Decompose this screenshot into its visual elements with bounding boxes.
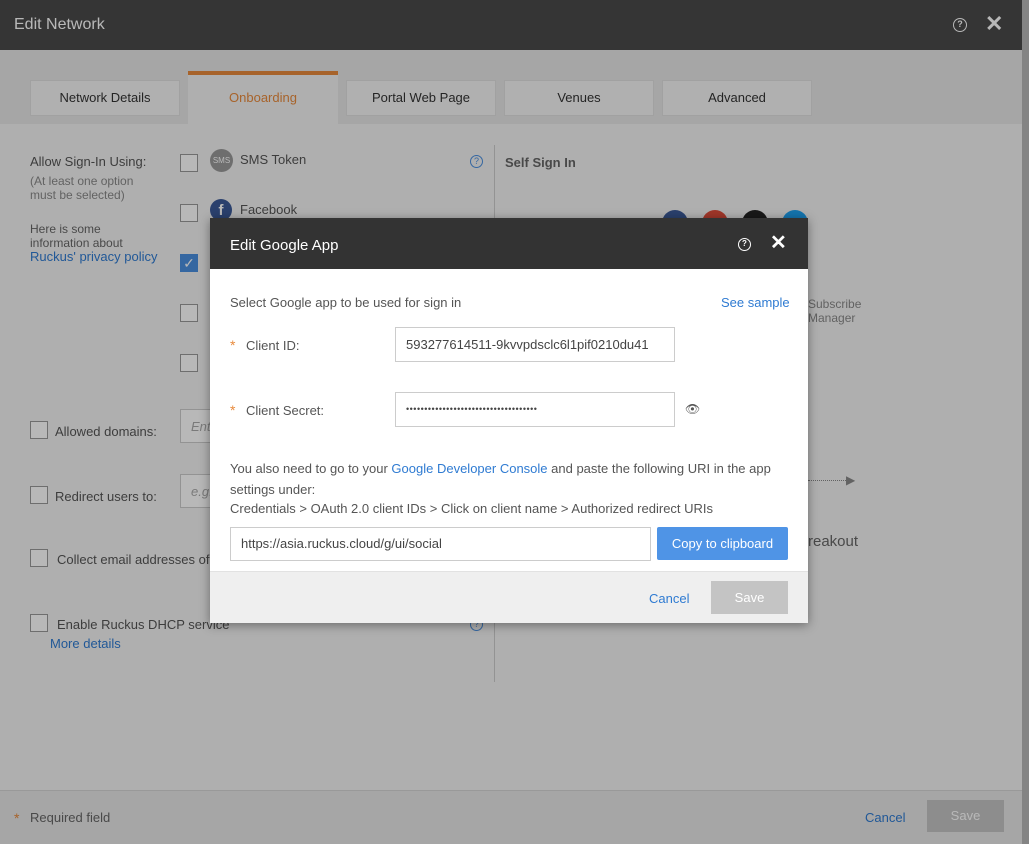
developer-console-instructions: You also need to go to your Google Devel… [230,458,790,500]
dialog-help-icon[interactable]: ? [738,238,751,251]
select-app-text: Select Google app to be used for sign in [230,295,462,310]
client-id-required-star: * [230,337,236,353]
dialog-save-button[interactable]: Save [711,581,788,614]
client-secret-label: Client Secret: [246,403,325,418]
dialog-title: Edit Google App [230,237,339,254]
dialog-header: Edit Google App ? ✕ [210,218,808,269]
edit-google-app-dialog: Edit Google App ? ✕ Select Google app to… [210,218,808,623]
redirect-path-text: Credentials > OAuth 2.0 client IDs > Cli… [230,501,714,516]
info-prefix-text: You also need to go to your [230,461,392,476]
see-sample-link[interactable]: See sample [721,295,790,310]
dialog-close-icon[interactable]: ✕ [770,232,787,254]
dialog-cancel-button[interactable]: Cancel [649,591,689,606]
copy-to-clipboard-button[interactable]: Copy to clipboard [657,527,788,560]
google-developer-console-link[interactable]: Google Developer Console [391,461,547,476]
client-secret-required-star: * [230,402,236,418]
dialog-footer: Cancel Save [210,571,808,623]
client-id-input[interactable]: 593277614511-9kvvpdsclc6l1pif0210du41 [395,327,675,362]
client-id-label: Client ID: [246,338,300,353]
redirect-uri-field[interactable]: https://asia.ruckus.cloud/g/ui/social [230,527,651,561]
client-secret-input[interactable]: •••••••••••••••••••••••••••••••••••• [395,392,675,427]
show-secret-eye-icon[interactable]: 👁 [685,401,700,417]
